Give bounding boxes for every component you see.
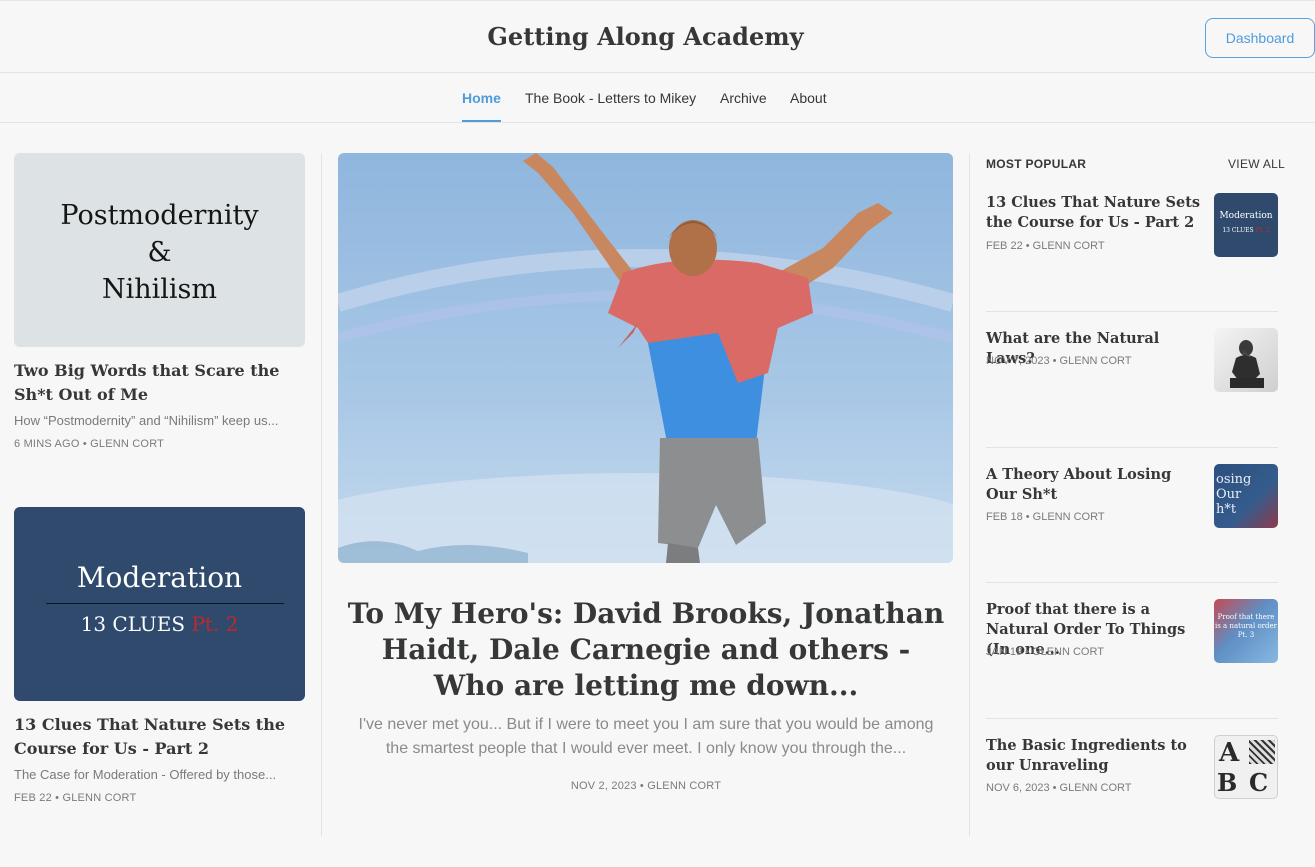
featured-subtitle: I've never met you... But if I were to m… — [358, 716, 934, 757]
most-popular-heading: MOST POPULAR — [986, 157, 1087, 171]
popular-item-title[interactable]: A Theory About Losing Our Sh*t — [986, 465, 1201, 505]
thumb-text-line: A — [1219, 738, 1240, 768]
nav-the-book[interactable]: The Book - Letters to Mikey — [525, 73, 696, 122]
post-thumbnail-postmodernity[interactable]: Postmodernity & Nihilism — [14, 153, 305, 347]
thumb-text-line: Proof that there — [1217, 613, 1275, 621]
main-nav: Home The Book - Letters to Mikey Archive… — [0, 73, 1315, 123]
popular-divider — [986, 718, 1278, 719]
thumb-text-line: 13 CLUES — [1222, 227, 1254, 234]
thumb-text-line: 13 CLUES — [80, 612, 186, 636]
nav-home[interactable]: Home — [462, 73, 501, 122]
post-subtitle: The Case for Moderation - Offered by tho… — [14, 767, 277, 782]
popular-divider — [986, 582, 1278, 583]
popular-item-meta: JAN 19 • GLENN CORT — [986, 646, 1104, 658]
popular-item-thumbnail[interactable]: Moderation 13 CLUES Pt. 2 — [1214, 193, 1278, 257]
thumb-text-line: is a natural order — [1215, 622, 1277, 630]
thinker-statue-icon — [1230, 340, 1264, 388]
nav-active-indicator — [462, 120, 501, 122]
thumb-text-line: osing — [1216, 472, 1252, 487]
post-subtitle: How “Postmodernity” and “Nihilism” keep … — [14, 413, 279, 428]
post-meta: FEB 22 • GLENN CORT — [14, 792, 137, 804]
post-title[interactable]: Two Big Words that Scare the Sh*t Out of… — [14, 359, 305, 407]
thumb-text-line: Postmodernity — [60, 200, 259, 231]
popular-item-thumbnail[interactable]: osing Our h*t — [1214, 464, 1278, 528]
popular-item-thumbnail[interactable]: A B C — [1214, 735, 1278, 799]
thumb-text-line: Moderation — [76, 561, 243, 594]
popular-item-meta: NOV 6, 2023 • GLENN CORT — [986, 782, 1132, 794]
thumb-text-accent: Pt. 2 — [191, 612, 239, 636]
thumb-text-line: h*t — [1216, 502, 1237, 517]
column-divider-left — [321, 153, 322, 836]
site-header: Getting Along Academy Dashboard — [0, 0, 1315, 73]
nav-about[interactable]: About — [790, 73, 827, 122]
post-thumbnail-moderation[interactable]: Moderation 13 CLUES Pt. 2 — [14, 507, 305, 701]
thumb-text-line: Nihilism — [101, 274, 217, 305]
popular-item-title[interactable]: 13 Clues That Nature Sets the Course for… — [986, 193, 1201, 233]
popular-item-title[interactable]: The Basic Ingredients to our Unraveling — [986, 736, 1201, 776]
popular-item-meta: NOV 7, 2023 • GLENN CORT — [986, 355, 1132, 367]
dashboard-button[interactable]: Dashboard — [1205, 18, 1315, 58]
thumb-text-line: & — [147, 237, 172, 268]
thumb-text-line: C — [1249, 768, 1269, 797]
thumb-text-line: Pt. 3 — [1237, 631, 1255, 639]
featured-meta: NOV 2, 2023 • GLENN CORT — [570, 780, 722, 792]
site-title[interactable]: Getting Along Academy — [0, 22, 1291, 51]
post-title[interactable]: 13 Clues That Nature Sets the Course for… — [14, 713, 305, 761]
post-meta: 6 MINS AGO • GLENN CORT — [14, 438, 165, 450]
nav-archive[interactable]: Archive — [720, 73, 767, 122]
thumb-text-line: B — [1217, 768, 1238, 797]
thumb-text-line: Moderation — [1219, 211, 1273, 221]
featured-title[interactable]: To My Hero's: David Brooks, Jonathan Hai… — [346, 596, 946, 704]
popular-divider — [986, 311, 1278, 312]
popular-item-thumbnail[interactable]: Proof that there is a natural order Pt. … — [1214, 599, 1278, 663]
hatch-pattern — [1249, 740, 1275, 764]
thumb-divider-line — [46, 603, 284, 604]
popular-item-meta: FEB 22 • GLENN CORT — [986, 240, 1105, 252]
featured-image[interactable] — [338, 153, 953, 563]
view-all-link[interactable]: VIEW ALL — [1228, 157, 1285, 171]
column-divider-right — [969, 153, 970, 836]
popular-item-thumbnail[interactable] — [1214, 328, 1278, 392]
featured-illustration — [338, 153, 953, 563]
popular-item-meta: FEB 18 • GLENN CORT — [986, 511, 1105, 523]
thumb-text-line: Our — [1216, 487, 1242, 502]
thumb-text-accent: Pt. 2 — [1255, 227, 1270, 234]
popular-divider — [986, 447, 1278, 448]
